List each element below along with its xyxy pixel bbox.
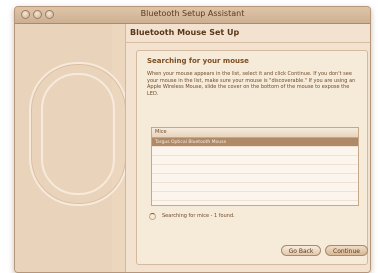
window-title: Bluetooth Setup Assistant bbox=[140, 9, 245, 18]
panel-title: Searching for your mouse bbox=[147, 57, 249, 65]
list-item[interactable] bbox=[152, 174, 358, 183]
mice-list[interactable]: Mice Targus Optical Bluetooth Mouse bbox=[151, 127, 359, 206]
continue-button[interactable]: Continue bbox=[325, 245, 368, 256]
instructions-text: When your mouse appears in the list, sel… bbox=[147, 71, 356, 97]
go-back-button[interactable]: Go Back bbox=[281, 245, 321, 256]
status-text: Searching for mice - 1 found. bbox=[162, 213, 235, 219]
title-bar: Bluetooth Setup Assistant bbox=[15, 7, 370, 24]
bluetooth-setup-window: Bluetooth Setup Assistant Bluetooth Mous… bbox=[14, 6, 371, 273]
list-item[interactable] bbox=[152, 192, 358, 201]
heading-divider bbox=[126, 42, 370, 43]
mouse-illustration-inner bbox=[41, 73, 115, 195]
list-item[interactable] bbox=[152, 147, 358, 156]
progress-spinner-icon bbox=[149, 212, 156, 220]
list-item[interactable] bbox=[152, 165, 358, 174]
mice-list-header: Mice bbox=[152, 128, 358, 138]
list-item[interactable] bbox=[152, 183, 358, 192]
list-item[interactable] bbox=[152, 156, 358, 165]
page-heading: Bluetooth Mouse Set Up bbox=[130, 28, 240, 37]
search-status: Searching for mice - 1 found. bbox=[149, 211, 235, 221]
list-item[interactable]: Targus Optical Bluetooth Mouse bbox=[152, 138, 358, 147]
content-area: Bluetooth Mouse Set Up Searching for you… bbox=[125, 24, 370, 272]
search-panel: Searching for your mouse When your mouse… bbox=[136, 50, 368, 265]
